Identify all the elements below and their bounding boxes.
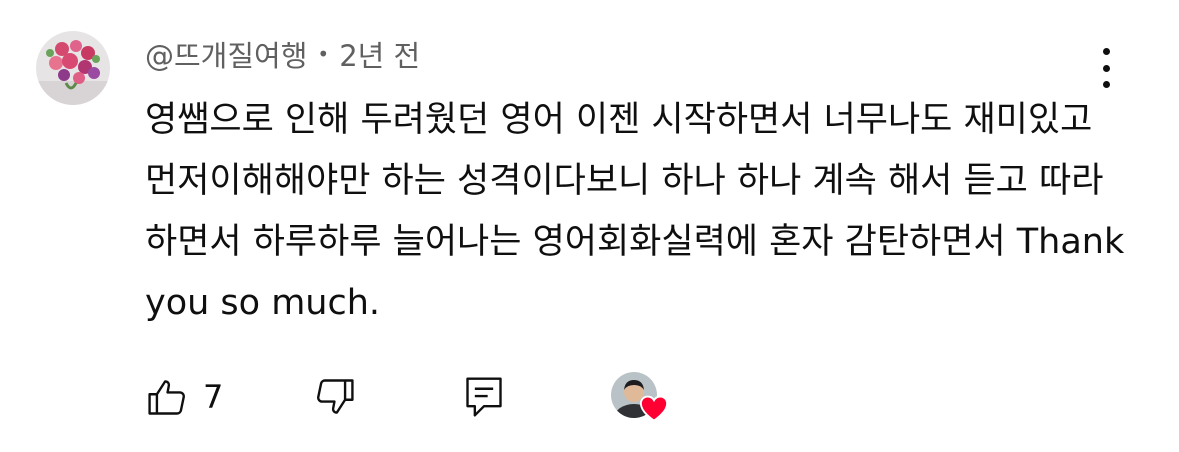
author-avatar[interactable] xyxy=(36,31,110,105)
dislike-button[interactable] xyxy=(313,375,357,419)
comment-text: 영쌤으로 인해 두려웠던 영어 이젠 시작하면서 너무나도 재미있고 먼저이해해… xyxy=(145,100,1125,323)
comment-thread: @뜨개질여행 • 2년 전 영쌤으로 인해 두려웠던 영어 이젠 시작하면서 너… xyxy=(0,0,1179,452)
flower-bouquet-avatar xyxy=(36,31,110,105)
menu-dot xyxy=(1102,64,1110,72)
menu-dot xyxy=(1102,81,1110,88)
comment-header: @뜨개질여행 • 2년 전 xyxy=(145,34,420,74)
creator-heart-badge xyxy=(611,372,671,422)
reply-button[interactable] xyxy=(462,373,506,421)
more-vertical-icon[interactable] xyxy=(1088,46,1124,90)
meta-separator: • xyxy=(317,42,330,66)
thumbs-down-icon xyxy=(317,379,354,414)
author-handle[interactable]: @뜨개질여행 xyxy=(145,33,307,75)
like-count: 7 xyxy=(203,378,224,416)
thumbs-up-icon xyxy=(148,380,185,415)
heart-icon xyxy=(640,395,669,422)
menu-dot xyxy=(1102,48,1110,55)
comment-actions: 7 xyxy=(145,372,671,422)
reply-comment-icon xyxy=(466,377,503,417)
like-button[interactable]: 7 xyxy=(145,375,223,419)
comment-timestamp[interactable]: 2년 전 xyxy=(339,33,420,75)
